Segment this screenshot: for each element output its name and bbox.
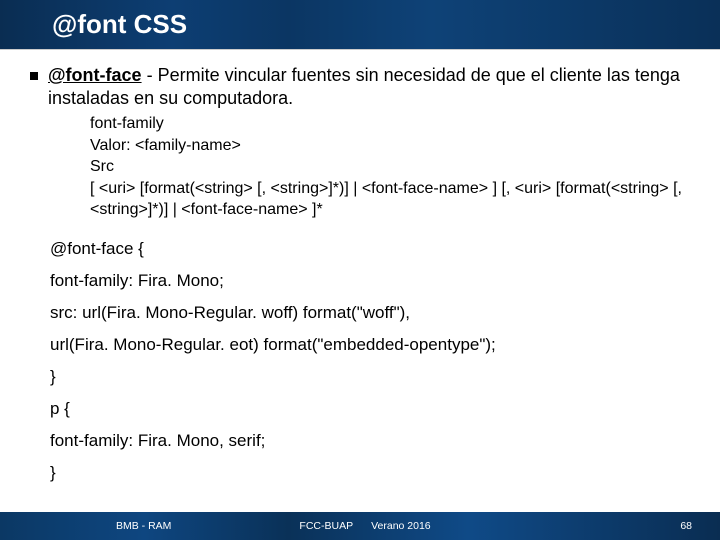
syntax-block: font-family Valor: <family-name> Src [ <… — [90, 113, 692, 221]
code-line: url(Fira. Mono-Regular. eot) format("emb… — [50, 335, 692, 355]
code-line: p { — [50, 399, 692, 419]
code-line: font-family: Fira. Mono, serif; — [50, 431, 692, 451]
footer-org: FCC-BUAP — [299, 520, 353, 532]
syntax-line: Valor: <family-name> — [90, 135, 692, 157]
syntax-line: font-family — [90, 113, 692, 135]
slide-content: @font-face - Permite vincular fuentes si… — [0, 50, 720, 512]
code-line: @font-face { — [50, 239, 692, 259]
code-line: font-family: Fira. Mono; — [50, 271, 692, 291]
bullet-text: @font-face - Permite vincular fuentes si… — [48, 64, 692, 109]
slide-title: @font CSS — [52, 9, 187, 40]
slide: @font CSS @font-face - Permite vincular … — [0, 0, 720, 540]
slide-number: 68 — [680, 520, 692, 532]
footer-authors: BMB - RAM — [116, 520, 171, 532]
code-line: src: url(Fira. Mono-Regular. woff) forma… — [50, 303, 692, 323]
bullet-term: @font-face — [48, 65, 142, 85]
syntax-line: Src — [90, 156, 692, 178]
slide-header: @font CSS — [0, 0, 720, 50]
syntax-line: [ <uri> [format(<string> [, <string>]*)]… — [90, 178, 692, 221]
bullet-item: @font-face - Permite vincular fuentes si… — [30, 64, 692, 109]
slide-footer: BMB - RAM FCC-BUAP Verano 2016 68 — [0, 512, 720, 540]
code-line: } — [50, 367, 692, 387]
bullet-sep: - — [142, 65, 158, 85]
code-line: } — [50, 463, 692, 483]
code-example: @font-face { font-family: Fira. Mono; sr… — [50, 239, 692, 483]
footer-term: Verano 2016 — [371, 520, 431, 532]
bullet-icon — [30, 72, 38, 80]
